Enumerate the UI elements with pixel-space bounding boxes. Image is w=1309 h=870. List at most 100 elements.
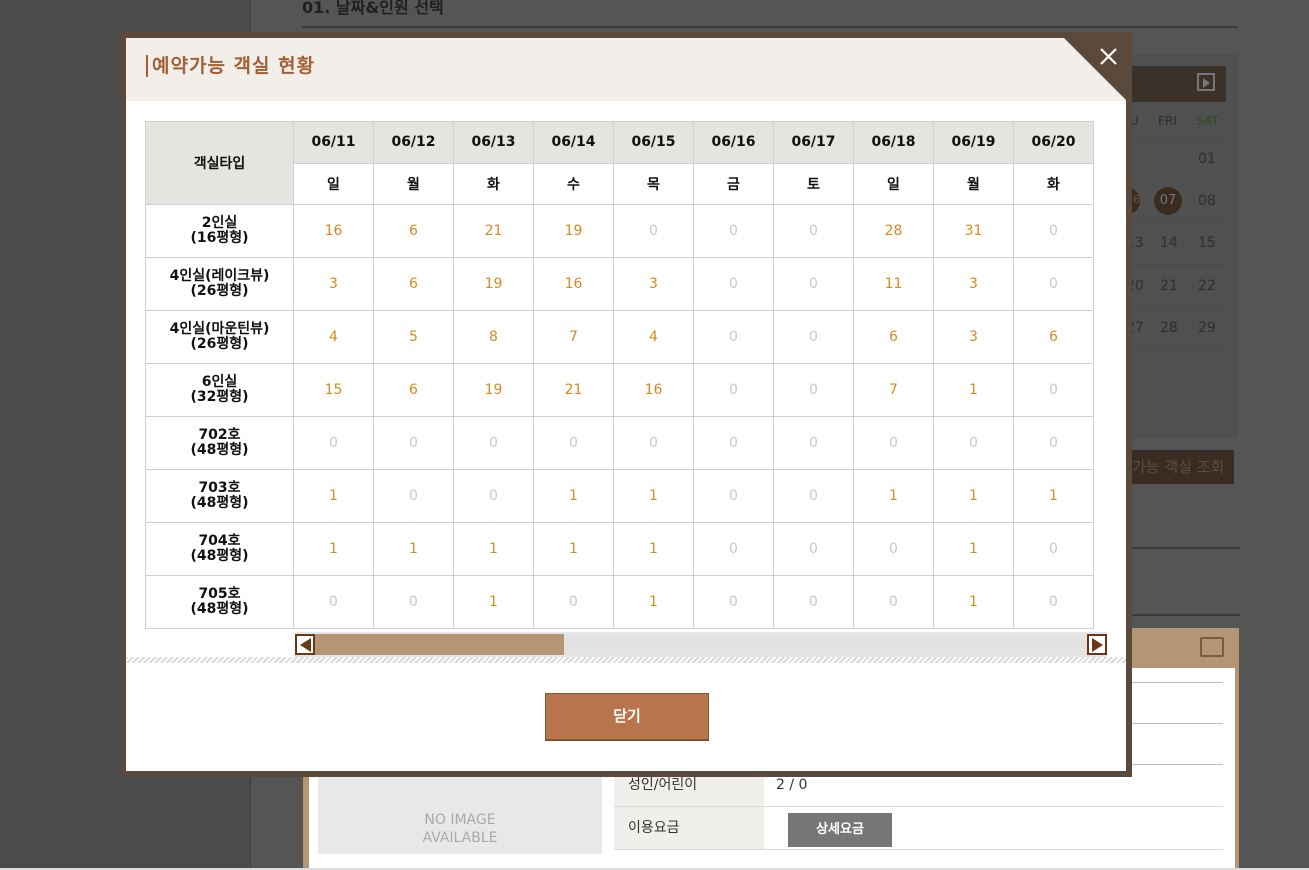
availability-count: 0	[293, 575, 374, 629]
availability-count[interactable]: 1	[853, 469, 934, 523]
availability-count[interactable]: 1	[533, 469, 614, 523]
availability-count[interactable]: 6	[1013, 310, 1094, 364]
calendar-day[interactable]: 01	[1198, 151, 1216, 167]
availability-count[interactable]: 6	[373, 363, 454, 417]
availability-count[interactable]: 1	[293, 522, 374, 576]
scroll-left-arrow-icon[interactable]	[295, 634, 315, 655]
availability-count[interactable]: 1	[933, 522, 1014, 576]
date-header: 06/12	[373, 121, 454, 164]
availability-count[interactable]: 5	[373, 310, 454, 364]
scroll-right-arrow-icon[interactable]	[1087, 634, 1107, 655]
availability-count: 0	[373, 575, 454, 629]
room-type-cell: 703호 (48평형)	[145, 469, 294, 523]
availability-count[interactable]: 1	[373, 522, 454, 576]
availability-count[interactable]: 11	[853, 257, 934, 311]
weekday-header: 금	[693, 162, 774, 205]
date-header: 06/16	[693, 121, 774, 164]
availability-count[interactable]: 1	[453, 522, 534, 576]
room-type-name: 4인실(레이크뷰)	[169, 268, 270, 284]
availability-count: 0	[693, 310, 774, 364]
availability-count: 0	[1013, 575, 1094, 629]
availability-count[interactable]: 1	[613, 469, 694, 523]
availability-count[interactable]: 16	[613, 363, 694, 417]
availability-count: 0	[453, 416, 534, 470]
availability-count: 0	[1013, 363, 1094, 417]
price-detail-button[interactable]: 상세요금	[788, 813, 892, 847]
availability-count[interactable]: 6	[853, 310, 934, 364]
availability-count[interactable]: 21	[453, 204, 534, 258]
availability-count[interactable]: 19	[453, 257, 534, 311]
close-button[interactable]: 닫기	[545, 693, 709, 740]
availability-count[interactable]: 6	[373, 204, 454, 258]
calendar-day[interactable]: 28	[1160, 320, 1178, 336]
availability-count[interactable]: 4	[613, 310, 694, 364]
calendar-divider	[1130, 222, 1226, 223]
step-divider	[302, 26, 1238, 28]
availability-table: 객실타입 06/11 06/12 06/13 06/14 06/15 06/16…	[145, 121, 1094, 629]
calendar-day[interactable]: 22	[1198, 278, 1216, 294]
availability-count[interactable]: 19	[533, 204, 614, 258]
availability-count[interactable]: 1	[453, 575, 534, 629]
calendar-day[interactable]: 14	[1160, 235, 1178, 251]
room-type-name: 2인실	[201, 215, 238, 231]
weekday-header: 일	[293, 162, 374, 205]
step-title: 01. 날짜&인원 선택	[302, 0, 444, 17]
availability-count[interactable]: 7	[533, 310, 614, 364]
availability-count[interactable]: 19	[453, 363, 534, 417]
availability-count[interactable]: 3	[293, 257, 374, 311]
availability-count[interactable]: 1	[933, 363, 1014, 417]
availability-count[interactable]: 3	[933, 310, 1014, 364]
calendar-day[interactable]: 21	[1160, 278, 1178, 294]
availability-count[interactable]: 3	[613, 257, 694, 311]
availability-count[interactable]: 1	[1013, 469, 1094, 523]
room-type-size: (26평형)	[190, 336, 249, 352]
room-row: 705호 (48평형) 0 0 1 0 1 0 0 0 1 0	[145, 575, 1094, 629]
date-header-row: 객실타입 06/11 06/12 06/13 06/14 06/15 06/16…	[145, 121, 1094, 205]
availability-count: 0	[1013, 204, 1094, 258]
availability-count[interactable]: 1	[933, 575, 1014, 629]
room-type-cell: 702호 (48평형)	[145, 416, 294, 470]
availability-count[interactable]: 8	[453, 310, 534, 364]
availability-table-viewport[interactable]: 객실타입 06/11 06/12 06/13 06/14 06/15 06/16…	[145, 121, 1108, 632]
available-room-search-button[interactable]: 가능 객실 조회	[1126, 450, 1234, 484]
no-image-line2: AVAILABLE	[422, 830, 498, 846]
close-x-icon[interactable]	[1094, 42, 1122, 70]
calendar-day[interactable]: 15	[1198, 235, 1216, 251]
next-month-icon[interactable]	[1197, 73, 1215, 91]
room-type-name: 704호	[198, 533, 241, 549]
availability-count: 0	[773, 469, 854, 523]
availability-count[interactable]: 1	[613, 522, 694, 576]
calendar-day-selected[interactable]: 07	[1154, 187, 1182, 215]
date-header: 06/17	[773, 121, 854, 164]
horizontal-scrollbar[interactable]	[295, 632, 1107, 657]
room-type-size: (48평형)	[190, 548, 249, 564]
availability-count[interactable]: 4	[293, 310, 374, 364]
availability-count[interactable]: 16	[293, 204, 374, 258]
availability-count[interactable]: 15	[293, 363, 374, 417]
availability-count[interactable]: 1	[293, 469, 374, 523]
availability-count[interactable]: 1	[533, 522, 614, 576]
availability-count[interactable]: 6	[373, 257, 454, 311]
calendar-day[interactable]: 29	[1198, 320, 1216, 336]
scroll-thumb[interactable]	[315, 634, 564, 655]
weekday-header: 토	[773, 162, 854, 205]
calendar-divider	[1130, 306, 1226, 307]
availability-count[interactable]: 16	[533, 257, 614, 311]
availability-count: 0	[773, 257, 854, 311]
room-type-size: (32평형)	[190, 389, 249, 405]
calendar-divider	[1130, 138, 1226, 139]
availability-count: 0	[453, 469, 534, 523]
download-icon[interactable]	[1200, 637, 1224, 657]
calendar-day[interactable]: 08	[1198, 193, 1216, 209]
availability-count: 0	[773, 204, 854, 258]
availability-count[interactable]: 1	[613, 575, 694, 629]
availability-count: 0	[693, 204, 774, 258]
availability-count[interactable]: 28	[853, 204, 934, 258]
room-type-cell: 2인실 (16평형)	[145, 204, 294, 258]
availability-count[interactable]: 3	[933, 257, 1014, 311]
availability-count[interactable]: 1	[933, 469, 1014, 523]
availability-count: 0	[373, 469, 454, 523]
availability-count[interactable]: 31	[933, 204, 1014, 258]
availability-count[interactable]: 7	[853, 363, 934, 417]
availability-count[interactable]: 21	[533, 363, 614, 417]
